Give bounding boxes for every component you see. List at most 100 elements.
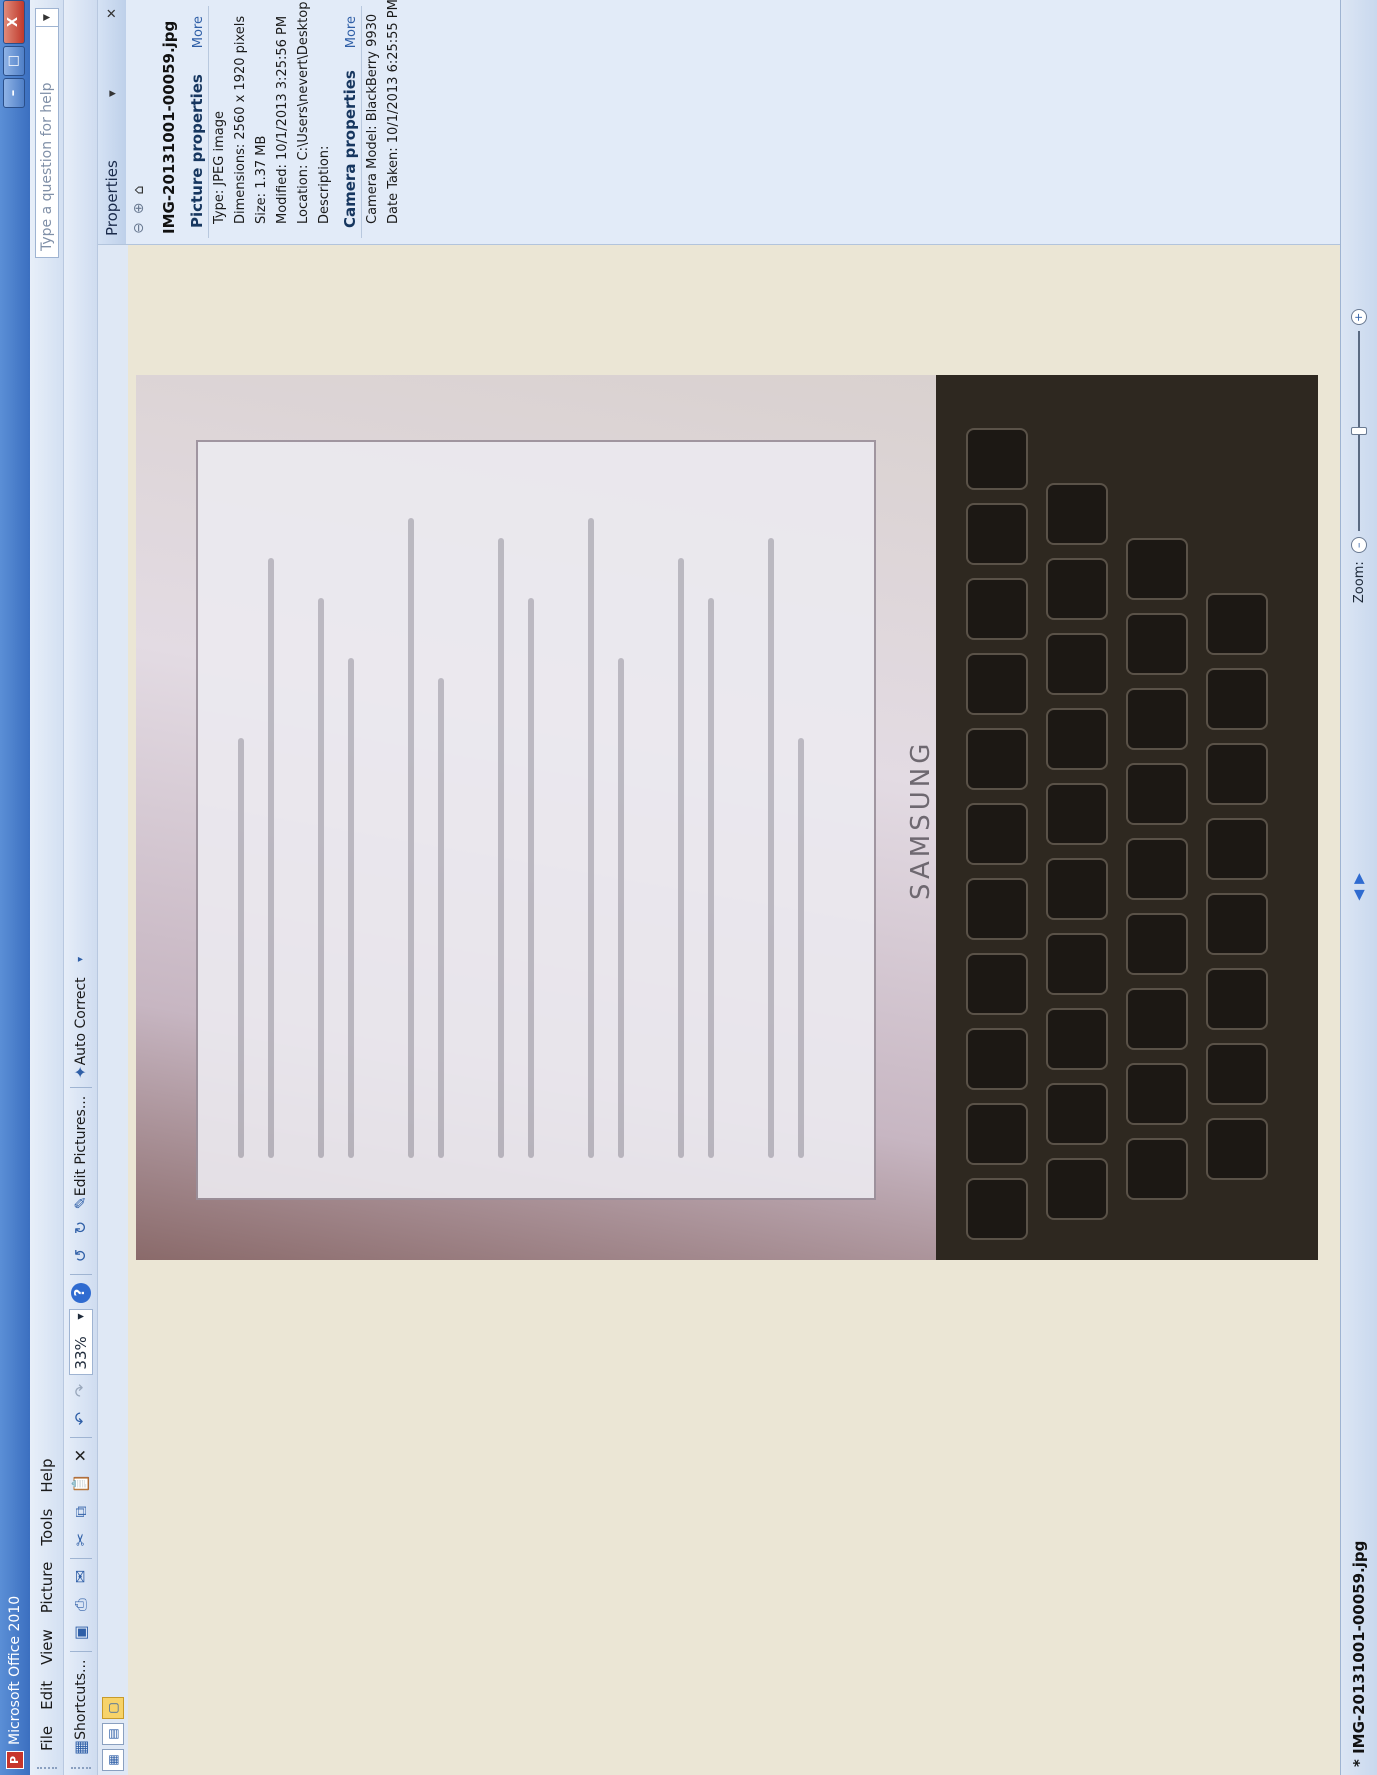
picture-properties-section: Picture properties More (182, 6, 209, 238)
panel-close-icon[interactable]: ✕ (105, 8, 120, 19)
rotate-right-button[interactable]: ↻ (68, 1216, 94, 1240)
blur-line (588, 518, 594, 1158)
window-controls: – □ X (3, 0, 27, 110)
properties-file-name: IMG-20131001-00059.jpg (160, 20, 178, 234)
toolbar-separator (69, 1650, 92, 1652)
next-picture-icon[interactable]: ▶ (1351, 873, 1367, 884)
toolbar-separator (69, 1273, 92, 1275)
auto-correct-icon: ✦ (71, 1065, 90, 1079)
picture-canvas: SAMSUNG (128, 245, 1340, 1775)
photo-key (966, 428, 1028, 490)
thumbnail-view-icon[interactable]: ▦ (102, 1749, 124, 1771)
help-button[interactable]: ? (68, 1281, 94, 1305)
blur-line (348, 658, 354, 1158)
zoom-dropdown-icon[interactable]: ▼ (70, 1310, 92, 1324)
zoom-select[interactable]: 33% ▼ (68, 1308, 93, 1375)
help-placeholder: Type a question for help (38, 82, 55, 251)
photo: SAMSUNG (136, 375, 1318, 1260)
photo-key (1126, 688, 1188, 750)
blur-line (408, 518, 414, 1158)
photo-key (1206, 1118, 1268, 1180)
auto-correct-button[interactable]: ✦ Auto Correct (68, 975, 94, 1080)
edit-pictures-label: Edit Pictures... (72, 1095, 89, 1197)
blur-line (438, 678, 444, 1158)
copy-button[interactable]: ⧉ (68, 1500, 94, 1524)
minimize-button[interactable]: – (3, 78, 25, 108)
zoom-out-icon[interactable]: – (1351, 537, 1367, 554)
toolbar-options-button[interactable]: ▾ (68, 947, 94, 971)
help-dropdown-icon[interactable]: ▼ (35, 9, 58, 27)
photo-key (1046, 708, 1108, 770)
photo-key (966, 1178, 1028, 1240)
shortcuts-icon: ▦ (71, 1739, 90, 1755)
photo-key (1046, 1008, 1108, 1070)
photo-key (1126, 988, 1188, 1050)
filmstrip-view-icon[interactable]: ▤ (102, 1723, 124, 1745)
close-button[interactable]: X (3, 0, 25, 44)
zoom-slider-thumb[interactable] (1351, 427, 1367, 436)
redo-button[interactable]: ↷ (68, 1379, 94, 1403)
properties-title: Properties (103, 160, 121, 236)
shortcuts-button[interactable]: ▦ Shortcuts... (68, 1658, 94, 1757)
cut-button[interactable]: ✂ (68, 1528, 94, 1552)
previous-picture-icon[interactable]: ◀ (1351, 890, 1367, 901)
photo-key (966, 728, 1028, 790)
menu-tools[interactable]: Tools (38, 1501, 56, 1554)
delete-button[interactable]: ✕ (68, 1444, 94, 1468)
camera-more-link[interactable]: More (344, 16, 359, 48)
blur-line (318, 598, 324, 1158)
standard-toolbar: ▦ Shortcuts... ▣ ⎙ ✉ ✂ ⧉ 📋 ✕ ↶ ↷ 33% ▼ ?… (64, 0, 98, 1775)
email-button[interactable]: ✉ (68, 1565, 94, 1589)
forward-icon[interactable]: ⊕ (131, 203, 147, 215)
menu-grip[interactable] (36, 1765, 57, 1769)
menu-edit[interactable]: Edit (38, 1673, 56, 1718)
panel-menu-icon[interactable]: ▾ (105, 90, 120, 97)
photo-key (966, 803, 1028, 865)
photo-key (966, 653, 1028, 715)
rotate-left-button[interactable]: ↺ (68, 1244, 94, 1268)
toolbar-options-icon: ▾ (75, 956, 86, 962)
photo-laptop-screen (136, 375, 936, 1260)
maximize-button[interactable]: □ (3, 46, 25, 76)
menu-view[interactable]: View (38, 1621, 56, 1673)
zoom-track[interactable] (1351, 331, 1367, 532)
home-icon[interactable]: ⌂ (131, 186, 147, 195)
menu-picture[interactable]: Picture (38, 1554, 56, 1622)
photo-key (966, 1028, 1028, 1090)
photo-key (1206, 1043, 1268, 1105)
zoom-in-icon[interactable]: + (1351, 309, 1367, 326)
menu-help[interactable]: Help (38, 1450, 56, 1500)
zoom-slider[interactable]: – + (1351, 309, 1367, 554)
zoom-select-value: 33% (71, 1336, 90, 1370)
paste-button[interactable]: 📋 (68, 1472, 94, 1496)
single-picture-view-icon[interactable]: ▢ (102, 1697, 124, 1719)
camera-properties-heading: Camera properties (341, 70, 359, 228)
picture-more-link[interactable]: More (191, 16, 206, 48)
back-icon[interactable]: ⊖ (131, 222, 147, 234)
print-button[interactable]: ⎙ (68, 1593, 94, 1617)
undo-button[interactable]: ↶ (68, 1407, 94, 1431)
print-icon: ⎙ (70, 1598, 90, 1611)
zoom-label: Zoom: (1351, 561, 1367, 604)
photo-key (1206, 593, 1268, 655)
blur-line (268, 558, 274, 1158)
photo-key (1046, 783, 1108, 845)
photo-key (1126, 913, 1188, 975)
save-button[interactable]: ▣ (68, 1621, 94, 1645)
redo-icon: ↷ (71, 1383, 90, 1398)
camera-properties-section: Camera properties More (335, 6, 362, 238)
photo-screen-content (196, 440, 876, 1200)
photo-key (1206, 668, 1268, 730)
toolbar-grip[interactable] (70, 1765, 91, 1769)
rotate-right-icon: ↻ (71, 1220, 90, 1235)
prop-description: Description: (317, 145, 332, 224)
edit-pictures-button[interactable]: ✎ Edit Pictures... (68, 1094, 94, 1212)
photo-key (1046, 1158, 1108, 1220)
cut-icon: ✂ (71, 1532, 90, 1547)
photo-key (1206, 893, 1268, 955)
email-icon: ✉ (71, 1569, 90, 1584)
menu-file[interactable]: File (38, 1718, 56, 1759)
blur-line (798, 738, 804, 1158)
view-switcher: ▦ ▤ ▢ (98, 0, 128, 1775)
help-search-input[interactable]: Type a question for help ▼ (34, 8, 59, 258)
